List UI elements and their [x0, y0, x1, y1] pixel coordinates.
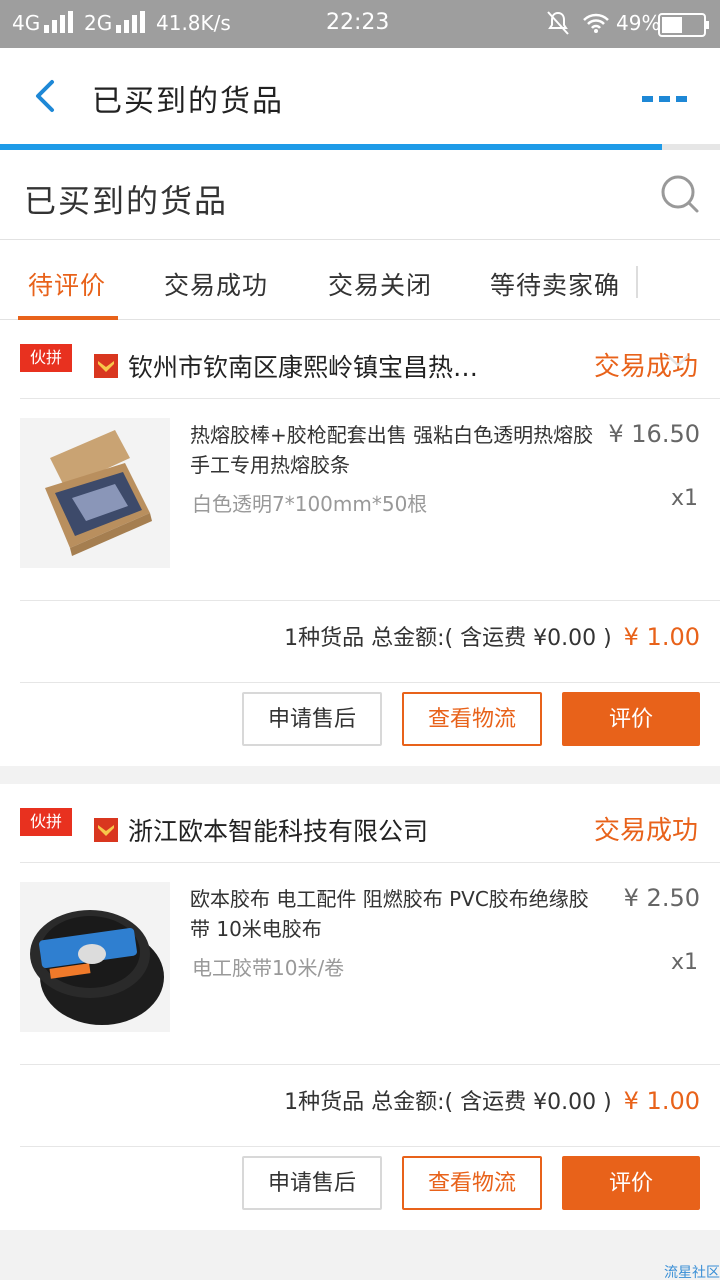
back-button[interactable] — [28, 76, 68, 116]
shop-name[interactable]: 浙江欧本智能科技有限公司 — [128, 812, 428, 848]
product-title[interactable]: 欧本胶布 电工配件 阻燃胶布 PVC胶布绝缘胶带 10米电胶布 — [190, 884, 600, 944]
network-type-1: 4G — [12, 11, 41, 35]
search-header: 已买到的货品 — [0, 150, 720, 240]
view-logistics-button[interactable]: 查看物流 — [402, 1156, 542, 1210]
network-speed: 41.8K/s — [156, 11, 231, 35]
order-card: 伙拼 钦州市钦南区康熙岭镇宝昌热… 交易成功 热熔胶棒+胶枪配套出售 强粘白色透… — [0, 320, 720, 766]
product-quantity: x1 — [670, 950, 698, 975]
network-type-2: 2G — [84, 11, 113, 35]
order-card: 伙拼 浙江欧本智能科技有限公司 交易成功 欧本胶布 电工配件 阻燃胶布 PVC胶… — [0, 784, 720, 1230]
clock: 22:23 — [326, 10, 390, 35]
page-title: 已买到的货品 — [92, 84, 284, 119]
group-buy-badge: 伙拼 — [20, 344, 72, 372]
summary-text: 1种货品 总金额:( 含运费 ¥0.00 ) — [284, 1090, 612, 1115]
shop-icon — [94, 354, 118, 378]
watermark: 流星社区 — [664, 1265, 720, 1280]
rate-button[interactable]: 评价 — [562, 692, 700, 746]
more-icon — [642, 96, 687, 102]
signal-icon-2 — [116, 11, 146, 33]
tab-divider — [636, 266, 638, 298]
tab-pending-review[interactable]: 待评价 — [28, 266, 106, 302]
order-total: ¥ 1.00 — [623, 623, 700, 651]
tab-trade-closed[interactable]: 交易关闭 — [328, 266, 432, 302]
section-title: 已买到的货品 — [24, 182, 229, 220]
search-button[interactable] — [660, 174, 700, 214]
after-sale-button[interactable]: 申请售后 — [242, 1156, 382, 1210]
summary-text: 1种货品 总金额:( 含运费 ¥0.00 ) — [284, 626, 612, 651]
shop-name[interactable]: 钦州市钦南区康熙岭镇宝昌热… — [128, 348, 478, 384]
product-title[interactable]: 热熔胶棒+胶枪配套出售 强粘白色透明热熔胶 手工专用热熔胶条 — [190, 420, 600, 480]
back-arrow-icon — [36, 80, 54, 112]
product-spec: 电工胶带10米/卷 — [192, 956, 345, 980]
battery-icon — [658, 13, 710, 42]
divider — [20, 600, 720, 601]
title-bar: 已买到的货品 — [0, 48, 720, 144]
product-price: ¥ 16.50 — [608, 420, 700, 448]
rate-button[interactable]: 评价 — [562, 1156, 700, 1210]
after-sale-button[interactable]: 申请售后 — [242, 692, 382, 746]
wifi-icon — [582, 12, 610, 39]
search-icon — [661, 175, 699, 213]
product-image-tape[interactable] — [20, 882, 170, 1032]
group-buy-badge: 伙拼 — [20, 808, 72, 836]
status-bar: 4G 2G 41.8K/s 22:23 49% — [0, 0, 720, 48]
divider — [20, 1146, 720, 1147]
battery-percent: 49% — [616, 11, 661, 35]
signal-icon — [44, 11, 74, 33]
tab-trade-success[interactable]: 交易成功 — [164, 266, 268, 302]
tab-awaiting-seller[interactable]: 等待卖家确 — [490, 266, 620, 302]
view-logistics-button[interactable]: 查看物流 — [402, 692, 542, 746]
product-quantity: x1 — [670, 486, 698, 511]
divider — [20, 1064, 720, 1065]
shop-icon — [94, 818, 118, 842]
chevron-down-icon[interactable] — [664, 352, 692, 370]
order-tabs: 待评价 交易成功 交易关闭 等待卖家确 — [0, 240, 720, 320]
mute-icon — [546, 10, 570, 41]
order-status: 交易成功 — [593, 816, 698, 846]
order-summary: 1种货品 总金额:( 含运费 ¥0.00 ) ¥ 1.00 — [284, 620, 700, 652]
divider — [20, 682, 720, 683]
divider — [20, 398, 720, 399]
order-total: ¥ 1.00 — [623, 1087, 700, 1115]
product-price: ¥ 2.50 — [623, 884, 700, 912]
order-summary: 1种货品 总金额:( 含运费 ¥0.00 ) ¥ 1.00 — [284, 1084, 700, 1116]
divider — [20, 862, 720, 863]
product-image-glue-gun[interactable] — [20, 418, 170, 568]
product-spec: 白色透明7*100mm*50根 — [192, 492, 428, 516]
more-button[interactable] — [640, 90, 690, 102]
